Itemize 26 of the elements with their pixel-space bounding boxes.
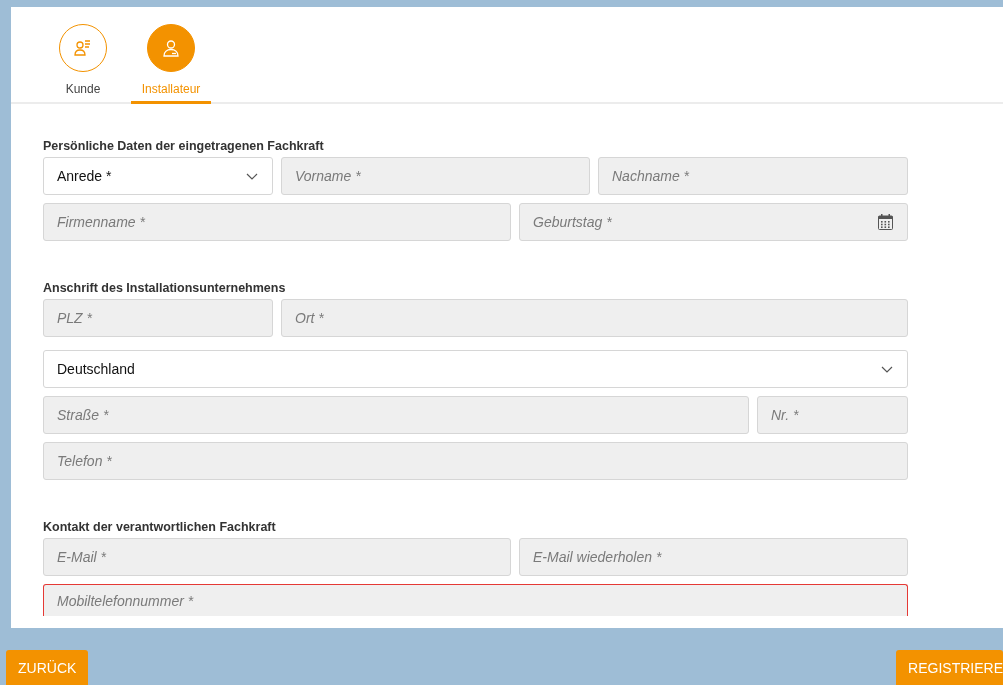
input-field[interactable]: E-Mail wiederholen * [519, 538, 908, 576]
input-field[interactable]: Vorname * [281, 157, 590, 195]
section-title: Kontakt der verantwortlichen Fachkraft [43, 520, 277, 534]
select-field[interactable]: Deutschland [43, 350, 908, 388]
input-field[interactable]: Nr. * [757, 396, 908, 434]
input-field[interactable]: Ort * [281, 299, 908, 337]
section-title: Persönliche Daten der eingetragenen Fachkraft [43, 139, 325, 153]
chevron-down-icon [246, 172, 258, 180]
calendar-icon [878, 214, 893, 230]
chevron-down-icon [881, 365, 893, 373]
input-field[interactable]: Firmenname * [43, 203, 511, 241]
input-field[interactable]: PLZ * [43, 299, 273, 337]
input-field[interactable]: Nachname * [598, 157, 908, 195]
step-tab[interactable]: Kunde [43, 24, 123, 104]
user-icon [162, 39, 180, 57]
date-field[interactable]: Geburtstag * [519, 203, 908, 241]
back-button[interactable]: ZURÜCK [6, 650, 89, 685]
step-tab[interactable]: Installateur [131, 24, 211, 104]
input-field[interactable]: E-Mail * [43, 538, 511, 576]
select-field[interactable]: Anrede * [43, 157, 273, 195]
input-field[interactable]: Straße * [43, 396, 749, 434]
input-field[interactable]: Mobiltelefonnummer * [43, 584, 908, 616]
register-button[interactable]: REGISTRIERE [896, 650, 1003, 685]
section-title: Anschrift des Installationsunternehmens [43, 281, 287, 295]
contact-list-icon [74, 39, 92, 57]
input-field[interactable]: Telefon * [43, 442, 908, 480]
